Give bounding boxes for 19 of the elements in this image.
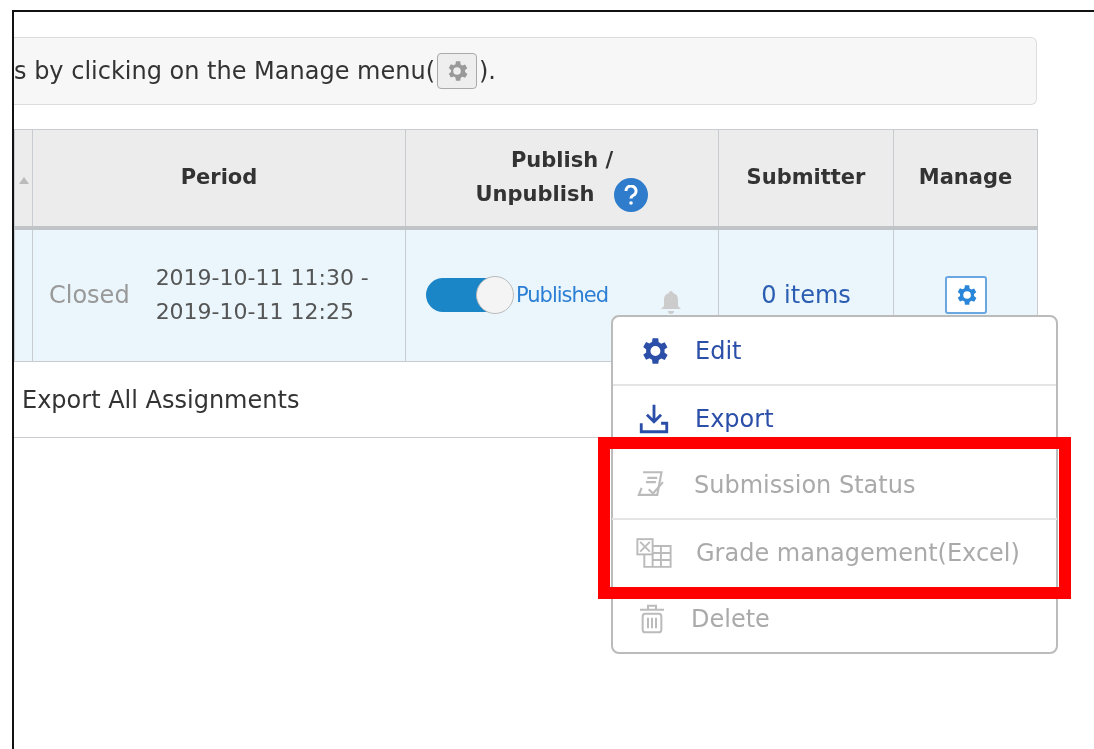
status-text: Closed (49, 281, 130, 310)
publish-toggle[interactable] (426, 278, 512, 313)
period-text: 2019-10-11 11:30 - 2019-10-11 12:25 (155, 264, 370, 327)
column-header: Period (32, 129, 406, 228)
menu-item[interactable]: Edit (613, 317, 1056, 384)
column-header: Submitter (718, 129, 894, 228)
column-header: Manage (893, 129, 1038, 228)
spreadsheet-icon (636, 536, 672, 569)
column-header: Publish / Unpublish (405, 129, 719, 228)
publish-status: Published (516, 283, 609, 308)
notice-text: s by clicking on the Manage menu( (14, 57, 435, 85)
manage-button[interactable] (944, 276, 987, 315)
submitter-link[interactable]: 0 items (761, 281, 851, 310)
gear-icon (437, 53, 477, 89)
notice-text: ). (479, 57, 496, 85)
menu-item[interactable]: Export (613, 384, 1056, 451)
help-icon[interactable] (614, 177, 649, 212)
export-all-link[interactable]: Export All Assignments (22, 385, 300, 414)
trash-icon (637, 602, 667, 635)
